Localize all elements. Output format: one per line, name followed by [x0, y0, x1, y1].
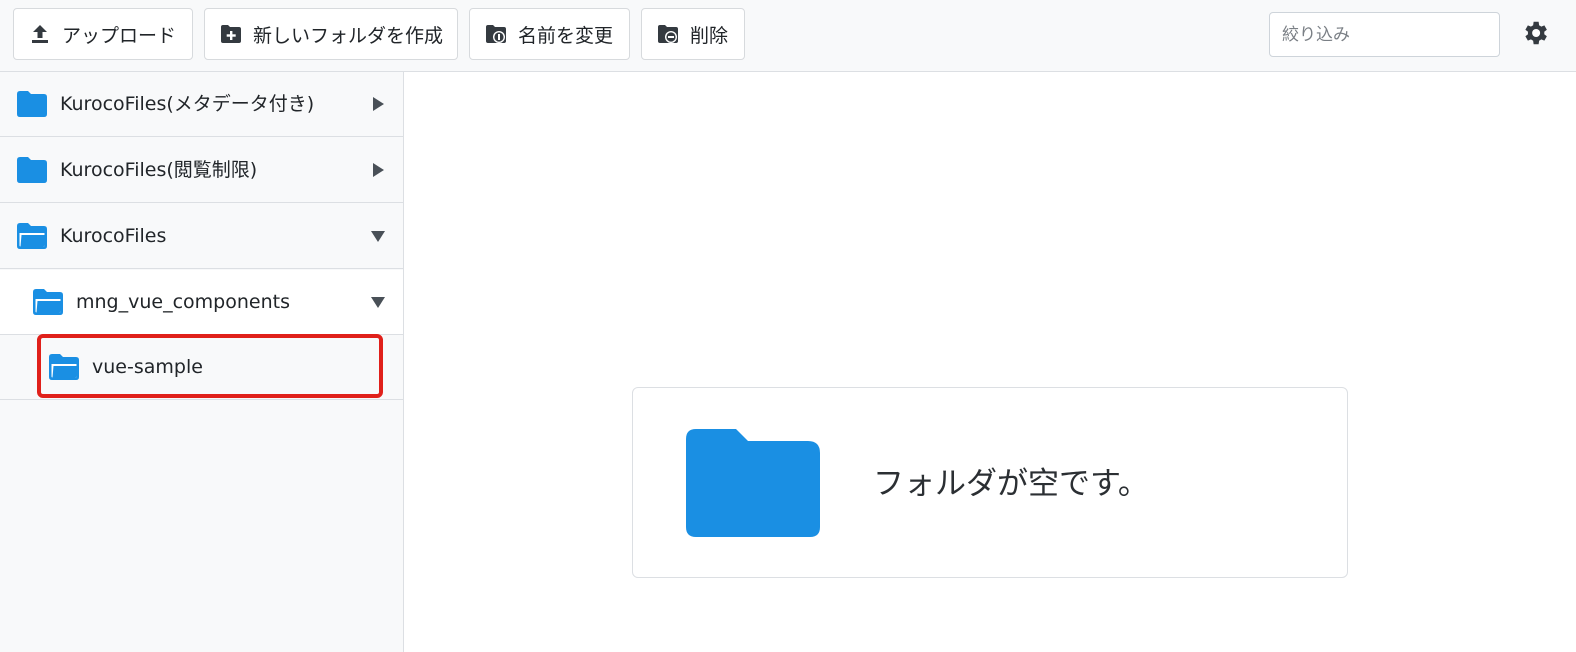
rename-button-label: 名前を変更	[518, 24, 614, 47]
tree-item-label: KurocoFiles(メタデータ付き)	[60, 93, 315, 115]
empty-folder-card: フォルダが空です。	[632, 387, 1348, 578]
folder-open-icon	[17, 223, 47, 249]
new-folder-button[interactable]: 新しいフォルダを作成	[204, 8, 458, 60]
filter-input[interactable]	[1269, 12, 1500, 57]
folder-open-icon	[33, 289, 63, 315]
upload-icon	[32, 25, 48, 43]
tree-item-label: KurocoFiles	[60, 225, 167, 247]
folder-plus-icon	[221, 25, 241, 43]
caret-right-icon[interactable]	[370, 162, 386, 178]
folder-closed-icon	[17, 157, 47, 183]
tree-item-label: mng_vue_components	[76, 291, 290, 313]
folder-delete-icon	[658, 25, 678, 43]
tree-item-kurocofiles-restricted[interactable]: KurocoFiles(閲覧制限)	[0, 138, 403, 203]
upload-button-label: アップロード	[62, 24, 177, 47]
folder-closed-icon	[17, 91, 47, 117]
empty-folder-message: フォルダが空です。	[873, 466, 1149, 502]
tree-item-kurocofiles-metadata[interactable]: KurocoFiles(メタデータ付き)	[0, 72, 403, 137]
caret-right-icon[interactable]	[370, 96, 386, 112]
tree-item-label: KurocoFiles(閲覧制限)	[60, 159, 258, 181]
rename-button[interactable]: 名前を変更	[469, 8, 630, 60]
folder-rename-icon	[486, 25, 506, 43]
caret-down-icon[interactable]	[370, 228, 386, 244]
new-folder-button-label: 新しいフォルダを作成	[253, 24, 444, 47]
upload-button[interactable]: アップロード	[13, 8, 193, 60]
tree-item-vue-sample[interactable]: vue-sample	[0, 335, 403, 400]
folder-tree: KurocoFiles(メタデータ付き) KurocoFiles(閲覧制限) K…	[0, 72, 404, 652]
delete-button-label: 削除	[690, 24, 729, 47]
gear-icon[interactable]	[1520, 18, 1550, 48]
toolbar: アップロード 新しいフォルダを作成 名前を変更 削除	[0, 0, 1576, 72]
tree-item-kurocofiles[interactable]: KurocoFiles	[0, 204, 403, 269]
delete-button[interactable]: 削除	[641, 8, 745, 60]
tree-item-label: vue-sample	[92, 356, 203, 378]
caret-down-icon[interactable]	[370, 294, 386, 310]
folder-large-icon	[686, 429, 820, 537]
tree-item-mng-vue-components[interactable]: mng_vue_components	[0, 270, 403, 335]
folder-open-icon	[49, 354, 79, 380]
